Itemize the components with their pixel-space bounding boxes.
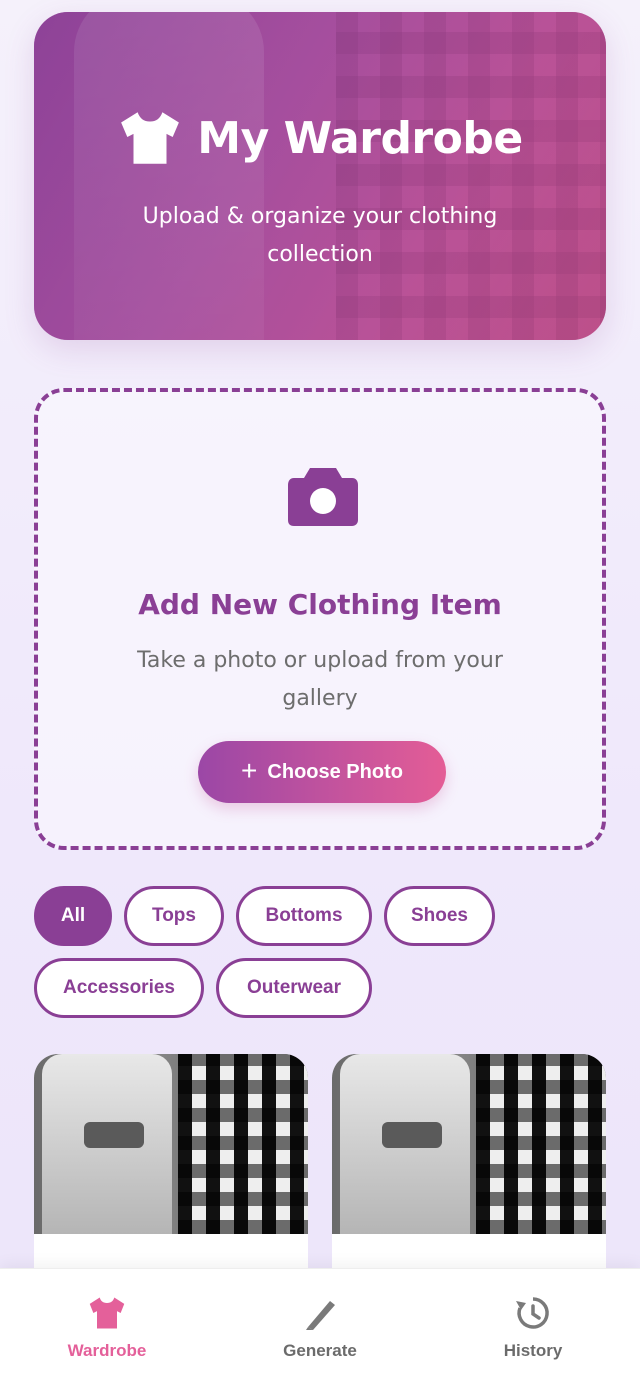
upload-dropzone[interactable]: Add New Clothing Item Take a photo or up… [34,388,606,850]
hero-tint [34,12,606,340]
bottom-nav: Wardrobe Generate History [0,1268,640,1387]
upload-title: Add New Clothing Item [138,588,502,621]
photo-plaid-shirt [476,1054,606,1234]
nav-item-history[interactable]: History [463,1295,603,1361]
clothing-item-photo [332,1054,606,1234]
filter-chip-bottoms[interactable]: Bottoms [236,886,372,946]
choose-photo-button[interactable]: + Choose Photo [198,741,446,803]
photo-belt [84,1122,144,1148]
hero-banner: My Wardrobe Upload & organize your cloth… [34,12,606,340]
tshirt-icon [89,1297,125,1329]
nav-label-history: History [503,1341,563,1360]
filter-chip-outerwear[interactable]: Outerwear [216,958,372,1018]
page-title: My Wardrobe [197,112,523,164]
hero-subtitle: Upload & organize your clothing collecti… [142,204,498,267]
photo-plaid-shirt [178,1054,308,1234]
nav-item-generate[interactable]: Generate [250,1295,390,1361]
camera-icon [288,468,358,526]
tshirt-icon [121,112,180,164]
choose-photo-label: Choose Photo [267,760,403,783]
filter-chip-tops[interactable]: Tops [124,886,224,946]
wand-icon [306,1301,335,1330]
photo-belt [382,1122,442,1148]
nav-label-generate: Generate [283,1341,357,1360]
filter-chip-shoes[interactable]: Shoes [384,886,495,946]
filter-chip-accessories[interactable]: Accessories [34,958,204,1018]
nav-item-wardrobe[interactable]: Wardrobe [37,1295,177,1361]
history-icon [516,1297,549,1329]
upload-description: Take a photo or upload from your gallery [137,648,503,711]
hero-title-row: My Wardrobe [34,110,606,166]
clothing-item-photo [34,1054,308,1234]
filter-chip-all[interactable]: All [34,886,112,946]
nav-label-wardrobe: Wardrobe [67,1341,147,1360]
plus-icon: + [241,754,258,786]
